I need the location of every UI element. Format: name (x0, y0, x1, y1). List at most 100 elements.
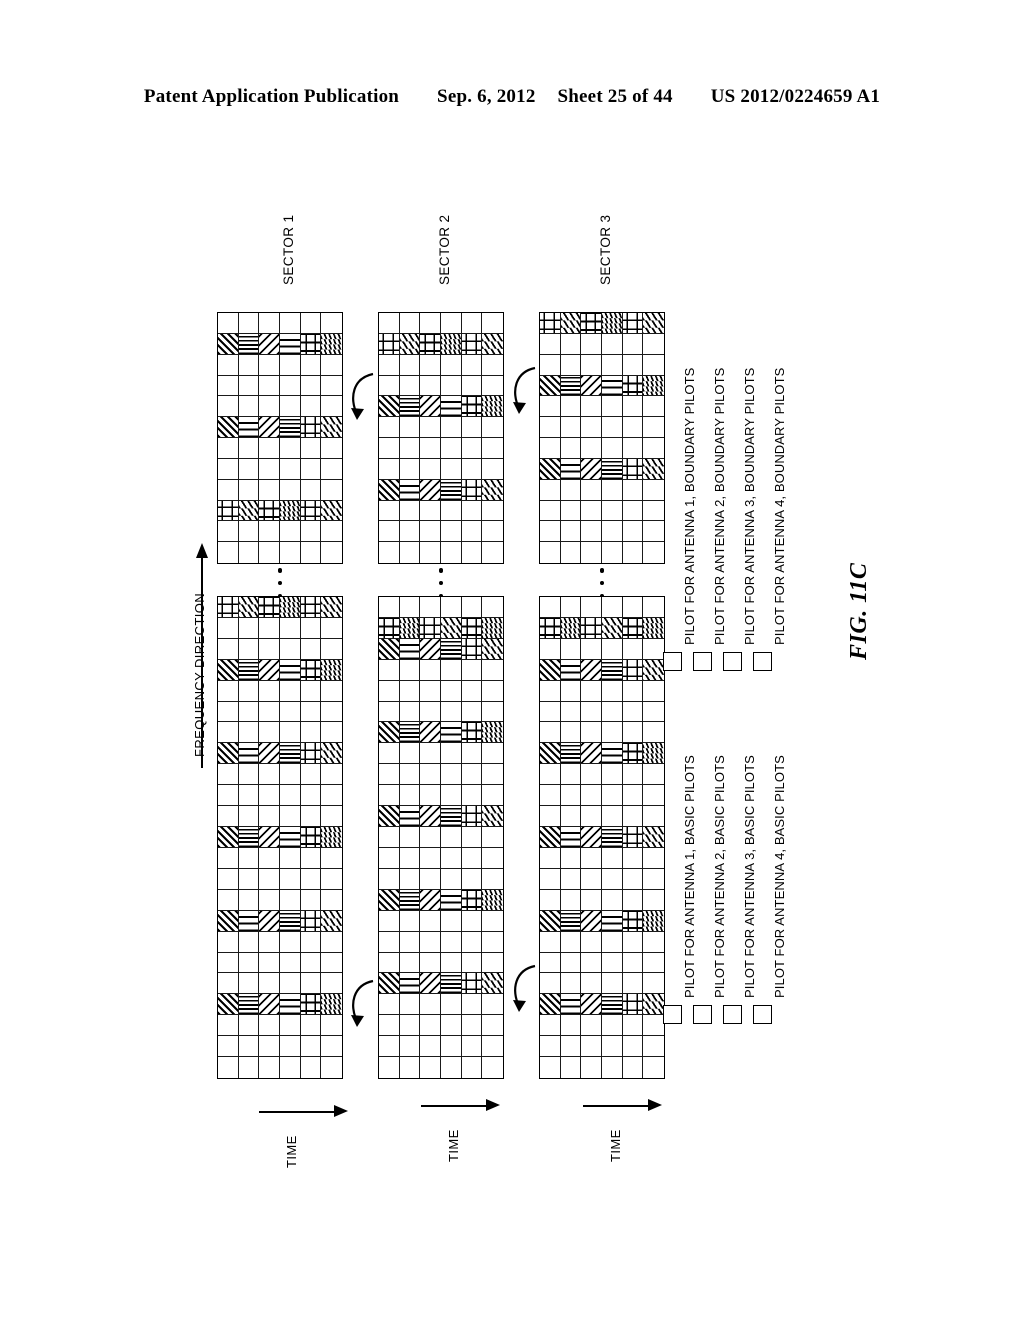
pilot-cell-y1 (218, 500, 239, 522)
ellipsis-sector2 (438, 568, 444, 598)
grid-cell-empty (300, 931, 322, 953)
grid-cell-empty (482, 542, 503, 563)
grid-cell-empty (321, 479, 342, 501)
grid-cell-empty (259, 438, 280, 459)
grid-cell-empty (540, 952, 561, 974)
grid-cell-empty (399, 931, 421, 953)
grid-cell-empty (238, 785, 260, 807)
grid-cell-empty (560, 952, 582, 974)
pilot-cell-b2 (581, 458, 602, 480)
pilot-cell-b2 (259, 659, 280, 681)
grid-cell-empty (259, 973, 280, 995)
grid-cell-empty (379, 458, 400, 480)
grid-cell-empty (461, 1036, 483, 1058)
grid-cell-empty (321, 1057, 342, 1078)
grid-cell-empty (601, 396, 623, 418)
grid-cell-empty (279, 1057, 301, 1078)
grid-cell-empty (420, 1015, 441, 1037)
legend-label-b4: PILOT FOR ANTENNA 4, BASIC PILOTS (772, 755, 787, 998)
pilot-cell-y3 (482, 973, 503, 995)
grid-cell-empty (420, 931, 441, 953)
grid-cell-empty (259, 952, 280, 974)
grid-cell-empty (259, 617, 280, 639)
grid-cell-empty (622, 701, 644, 723)
grid-cell-empty (279, 638, 301, 660)
grid-cell-empty (540, 354, 561, 376)
legend-basic-row: PILOT FOR ANTENNA 3, BASIC PILOTS (720, 720, 757, 1040)
grid-cell-empty (482, 1057, 503, 1078)
grid-cell-empty (581, 952, 602, 974)
grid-cell-empty (540, 638, 561, 660)
grid-cell-empty (581, 764, 602, 786)
grid-cell-empty (321, 1036, 342, 1058)
pilot-cell-b4 (440, 806, 462, 828)
grid-cell-empty (399, 910, 421, 932)
grid-cell-empty (379, 868, 400, 890)
grid-cell-empty (461, 994, 483, 1016)
grid-cell-empty (560, 438, 582, 459)
grid-cell-empty (259, 764, 280, 786)
grid-cell-empty (420, 994, 441, 1016)
pilot-cell-b2 (420, 889, 441, 911)
grid-cell-empty (560, 785, 582, 807)
grid-cell-empty (540, 973, 561, 995)
pilot-cell-y3 (601, 617, 623, 639)
grid-cell-empty (622, 479, 644, 501)
grid-cell-empty (300, 952, 322, 974)
grid-cell-empty (300, 722, 322, 744)
pilot-cell-b2 (259, 910, 280, 932)
pilot-cell-b1 (540, 910, 561, 932)
grid-cell-empty (321, 354, 342, 376)
pilot-cell-y1 (622, 458, 644, 480)
pilot-cell-y2 (259, 500, 280, 522)
grid-cell-empty (300, 847, 322, 869)
grid-cell-empty (540, 417, 561, 438)
pilot-cell-y3 (482, 333, 503, 355)
grid-cell-empty (399, 458, 421, 480)
pilot-cell-y2 (300, 333, 322, 355)
rotation-arrow-upper-left (351, 372, 374, 420)
grid-cell-empty (399, 354, 421, 376)
grid-cell-empty (420, 847, 441, 869)
grid-cell-empty (321, 952, 342, 974)
grid-cell-empty (601, 542, 623, 563)
grid-cell-empty (379, 313, 400, 334)
grid-cell-empty (379, 500, 400, 522)
pilot-cell-b4 (279, 910, 301, 932)
grid-cell-empty (300, 973, 322, 995)
grid-cell-empty (279, 521, 301, 543)
grid-cell-empty (540, 396, 561, 418)
grid-cell-empty (540, 701, 561, 723)
grid-cell-empty (379, 542, 400, 563)
pilot-grid-sector-1-second (217, 312, 343, 564)
grid-cell-empty (218, 438, 239, 459)
grid-cell-empty (399, 375, 421, 397)
grid-cell-empty (238, 542, 260, 563)
grid-cell-empty (379, 1057, 400, 1078)
pilot-cell-y1 (300, 500, 322, 522)
grid-cell-empty (560, 333, 582, 355)
pilot-cell-y2 (300, 827, 322, 848)
pilot-cell-b3 (399, 479, 421, 501)
grid-cell-empty (399, 827, 421, 848)
grid-cell-empty (601, 764, 623, 786)
sector-3-label: SECTOR 3 (598, 214, 613, 285)
time-axis-arrowhead-sector2 (486, 1099, 500, 1111)
pilot-cell-b2 (420, 722, 441, 744)
grid-cell-empty (259, 458, 280, 480)
grid-cell-empty (622, 1036, 644, 1058)
grid-cell-empty (622, 333, 644, 355)
pilot-cell-b4 (601, 458, 623, 480)
pilot-cell-y4 (560, 617, 582, 639)
grid-cell-empty (399, 680, 421, 702)
grid-cell-empty (379, 354, 400, 376)
grid-cell-empty (440, 542, 462, 563)
pilot-cell-b2 (581, 994, 602, 1016)
grid-cell-empty (420, 764, 441, 786)
time-axis-arrowhead-sector3 (648, 1099, 662, 1111)
grid-cell-empty (321, 931, 342, 953)
grid-cell-empty (601, 354, 623, 376)
grid-cell-empty (420, 458, 441, 480)
grid-cell-empty (461, 521, 483, 543)
grid-cell-empty (321, 680, 342, 702)
